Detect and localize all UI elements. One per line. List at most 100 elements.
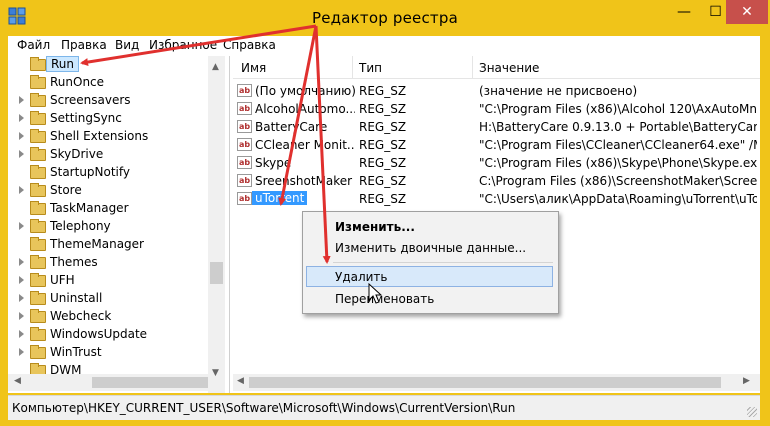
menu-file[interactable]: Файл (17, 38, 50, 52)
string-value-icon: ab (237, 192, 252, 205)
tree-item[interactable]: WinTrust (8, 344, 208, 362)
value-data: "C:\Program Files (x86)\Skype\Phone\Skyp… (479, 156, 757, 170)
value-data: "C:\Program Files\CCleaner\CCleaner64.ex… (479, 138, 757, 152)
value-name: uTorrent (252, 191, 308, 205)
list-hscroll-thumb[interactable] (249, 377, 721, 388)
expand-arrow-icon[interactable] (19, 312, 24, 320)
expand-arrow-icon[interactable] (19, 150, 24, 158)
tree-item[interactable]: Store (8, 182, 208, 200)
tree-item[interactable]: Themes (8, 254, 208, 272)
value-type: REG_SZ (359, 174, 407, 188)
expand-arrow-icon[interactable] (19, 186, 24, 194)
expand-arrow-icon[interactable] (19, 258, 24, 266)
tree-item-label: Run (46, 56, 80, 72)
tree-item[interactable]: ThemeManager (8, 236, 208, 254)
value-row[interactable]: ab uTorrent REG_SZ "C:\Users\алик\AppData\R… (233, 190, 760, 208)
expand-arrow-icon[interactable] (19, 132, 24, 140)
expand-arrow-icon[interactable] (19, 348, 24, 356)
tree-item[interactable]: WindowsUpdate (8, 326, 208, 344)
column-type-header[interactable]: Тип (359, 61, 382, 75)
minimize-button[interactable]: — (667, 0, 701, 24)
list-horizontal-scrollbar[interactable]: ◀ ▶ (233, 374, 760, 391)
menu-favorites[interactable]: Избранное (149, 38, 217, 52)
tree-item-label: SkyDrive (50, 147, 104, 161)
value-data: (значение не присвоено) (479, 84, 638, 98)
menu-edit[interactable]: Правка (61, 38, 107, 52)
folder-icon (30, 255, 46, 269)
value-name: SreenshotMaker (255, 174, 353, 188)
tree-item[interactable]: Uninstall (8, 290, 208, 308)
tree-item[interactable]: StartupNotify (8, 164, 208, 182)
tree-item[interactable]: Shell Extensions (8, 128, 208, 146)
close-button[interactable]: ✕ (726, 0, 768, 24)
expand-arrow-icon[interactable] (19, 330, 24, 338)
tree-item-label: Shell Extensions (50, 129, 149, 143)
column-separator[interactable] (352, 56, 353, 78)
tree-item[interactable]: RunOnce (8, 74, 208, 92)
tree-item[interactable]: Screensavers (8, 92, 208, 110)
folder-icon (30, 147, 46, 161)
scroll-right-icon[interactable]: ▶ (743, 376, 750, 386)
tree-item[interactable]: Run (8, 56, 208, 74)
status-path: Компьютер\HKEY_CURRENT_USER\Software\Mic… (12, 401, 516, 415)
value-row[interactable]: ab (По умолчанию) REG_SZ (значение не присв… (233, 82, 760, 100)
expand-arrow-icon[interactable] (19, 294, 24, 302)
context-item-delete[interactable]: Удалить (335, 270, 388, 284)
folder-icon (30, 165, 46, 179)
menu-view[interactable]: Вид (115, 38, 139, 52)
tree-item[interactable]: SkyDrive (8, 146, 208, 164)
tree-item-label: UFH (50, 273, 75, 287)
tree-item-label: Uninstall (50, 291, 103, 305)
value-name: CCleaner Monit... (255, 138, 355, 152)
value-type: REG_SZ (359, 192, 407, 206)
value-type: REG_SZ (359, 120, 407, 134)
value-row[interactable]: ab AlcoholAutomo... REG_SZ "C:\Program File… (233, 100, 760, 118)
expand-arrow-icon[interactable] (19, 114, 24, 122)
tree-item-label: Themes (50, 255, 98, 269)
value-row[interactable]: ab CCleaner Monit... REG_SZ "C:\Program Fil… (233, 136, 760, 154)
scroll-down-icon[interactable]: ▼ (212, 368, 219, 378)
value-row[interactable]: ab BatteryCare REG_SZ H:\BatteryCare 0.9.13… (233, 118, 760, 136)
value-data: C:\Program Files (x86)\ScreenshotMaker\S… (479, 174, 757, 188)
column-name-header[interactable]: Имя (241, 61, 266, 75)
value-row[interactable]: ab SreenshotMaker REG_SZ C:\Program Files (… (233, 172, 760, 190)
value-data: "C:\Program Files (x86)\Alcohol 120\AxAu… (479, 102, 757, 116)
tree-item[interactable]: TaskManager (8, 200, 208, 218)
folder-icon (30, 111, 46, 125)
tree-item[interactable]: UFH (8, 272, 208, 290)
window-title: Редактор реестра (312, 9, 458, 27)
expand-arrow-icon[interactable] (19, 276, 24, 284)
value-row[interactable]: ab Skype REG_SZ "C:\Program Files (x86)\Sky… (233, 154, 760, 172)
status-bar: Компьютер\HKEY_CURRENT_USER\Software\Mic… (8, 395, 760, 420)
tree-item-label: Webcheck (50, 309, 112, 323)
tree-item[interactable]: Webcheck (8, 308, 208, 326)
string-value-icon: ab (237, 102, 252, 115)
tree-vertical-scrollbar[interactable]: ▲ ▼ (208, 56, 225, 393)
menu-bar: Файл Правка Вид Избранное Справка (8, 36, 760, 57)
scroll-up-icon[interactable]: ▲ (212, 62, 219, 72)
expand-arrow-icon[interactable] (19, 96, 24, 104)
tree-hscroll-thumb[interactable] (92, 377, 208, 388)
folder-icon (30, 93, 46, 107)
context-item-modify[interactable]: Изменить... (335, 220, 415, 234)
scroll-left-icon[interactable]: ◀ (14, 376, 21, 386)
resize-grip-icon[interactable] (747, 407, 757, 417)
context-item-modify-binary[interactable]: Изменить двоичные данные... (335, 241, 526, 255)
title-bar[interactable]: Редактор реестра — ☐ ✕ (0, 0, 770, 36)
tree-item[interactable]: Telephony (8, 218, 208, 236)
tree-item-label: Store (50, 183, 82, 197)
tree-item-label: RunOnce (50, 75, 105, 89)
tree-scroll-thumb[interactable] (210, 262, 223, 284)
string-value-icon: ab (237, 138, 252, 151)
scroll-left-icon[interactable]: ◀ (237, 376, 244, 386)
column-data-header[interactable]: Значение (479, 61, 539, 75)
folder-icon (30, 57, 46, 71)
folder-icon (30, 291, 46, 305)
registry-editor-window: Редактор реестра — ☐ ✕ Файл Правка Вид И… (0, 0, 770, 426)
tree-item[interactable]: SettingSync (8, 110, 208, 128)
list-header: Имя Тип Значение (233, 56, 760, 79)
menu-help[interactable]: Справка (223, 38, 276, 52)
expand-arrow-icon[interactable] (19, 222, 24, 230)
column-separator[interactable] (472, 56, 473, 78)
tree-horizontal-scrollbar[interactable]: ◀ (8, 374, 208, 391)
